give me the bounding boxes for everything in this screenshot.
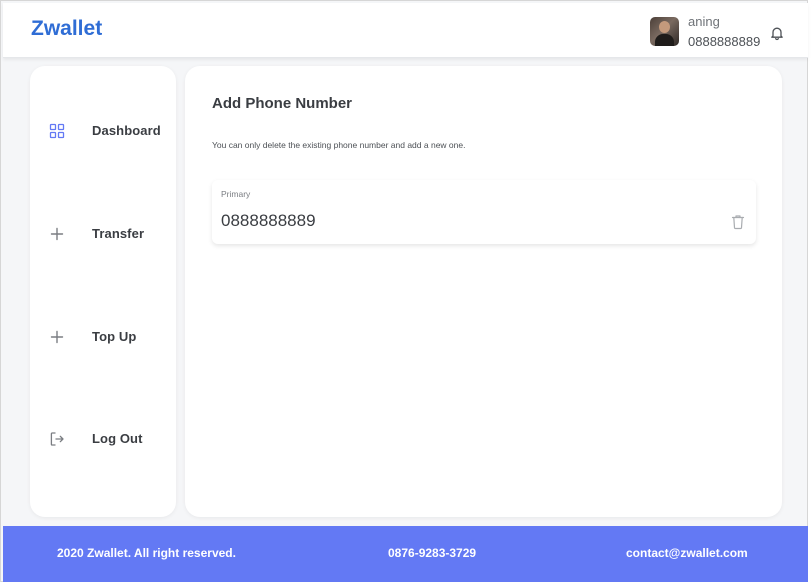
plus-icon (49, 329, 65, 345)
trash-icon[interactable] (731, 214, 745, 230)
footer-phone: 0876-9283-3729 (388, 546, 477, 560)
avatar-head-shape (659, 21, 670, 33)
sidebar-item-label: Log Out (92, 431, 143, 446)
bell-icon[interactable] (769, 25, 785, 41)
phone-number: 0888888889 (221, 211, 316, 230)
sidebar-item-label: Transfer (92, 226, 145, 241)
phone-label: Primary (221, 189, 251, 199)
app-frame: Zwallet aning 0888888889 Dashboard Trans… (0, 0, 808, 582)
plus-icon (49, 226, 65, 242)
logout-icon (49, 431, 65, 447)
main-panel: Add Phone Number You can only delete the… (185, 66, 782, 517)
sidebar-item-top-up[interactable]: Top Up (30, 322, 176, 352)
sidebar-item-transfer[interactable]: Transfer (30, 219, 176, 249)
sidebar-item-label: Top Up (92, 329, 137, 344)
user-name: aning (688, 14, 720, 29)
footer-email[interactable]: contact@zwallet.com (626, 546, 748, 560)
phone-number-card: Primary 0888888889 (212, 180, 756, 244)
grid-icon (49, 123, 65, 139)
sidebar-item-log-out[interactable]: Log Out (30, 424, 176, 454)
user-phone: 0888888889 (688, 34, 761, 49)
sidebar-item-dashboard[interactable]: Dashboard (30, 116, 176, 146)
footer: 2020 Zwallet. All right reserved. 0876-9… (3, 526, 808, 582)
avatar[interactable] (650, 17, 679, 46)
footer-copyright: 2020 Zwallet. All right reserved. (57, 546, 236, 560)
sidebar: Dashboard Transfer Top Up Log Out (30, 66, 176, 517)
page-description: You can only delete the existing phone n… (212, 140, 466, 150)
avatar-body-shape (655, 34, 674, 46)
sidebar-item-label: Dashboard (92, 123, 161, 138)
top-header: Zwallet aning 0888888889 (3, 3, 808, 58)
brand-logo[interactable]: Zwallet (31, 17, 102, 41)
page-title: Add Phone Number (212, 95, 353, 112)
